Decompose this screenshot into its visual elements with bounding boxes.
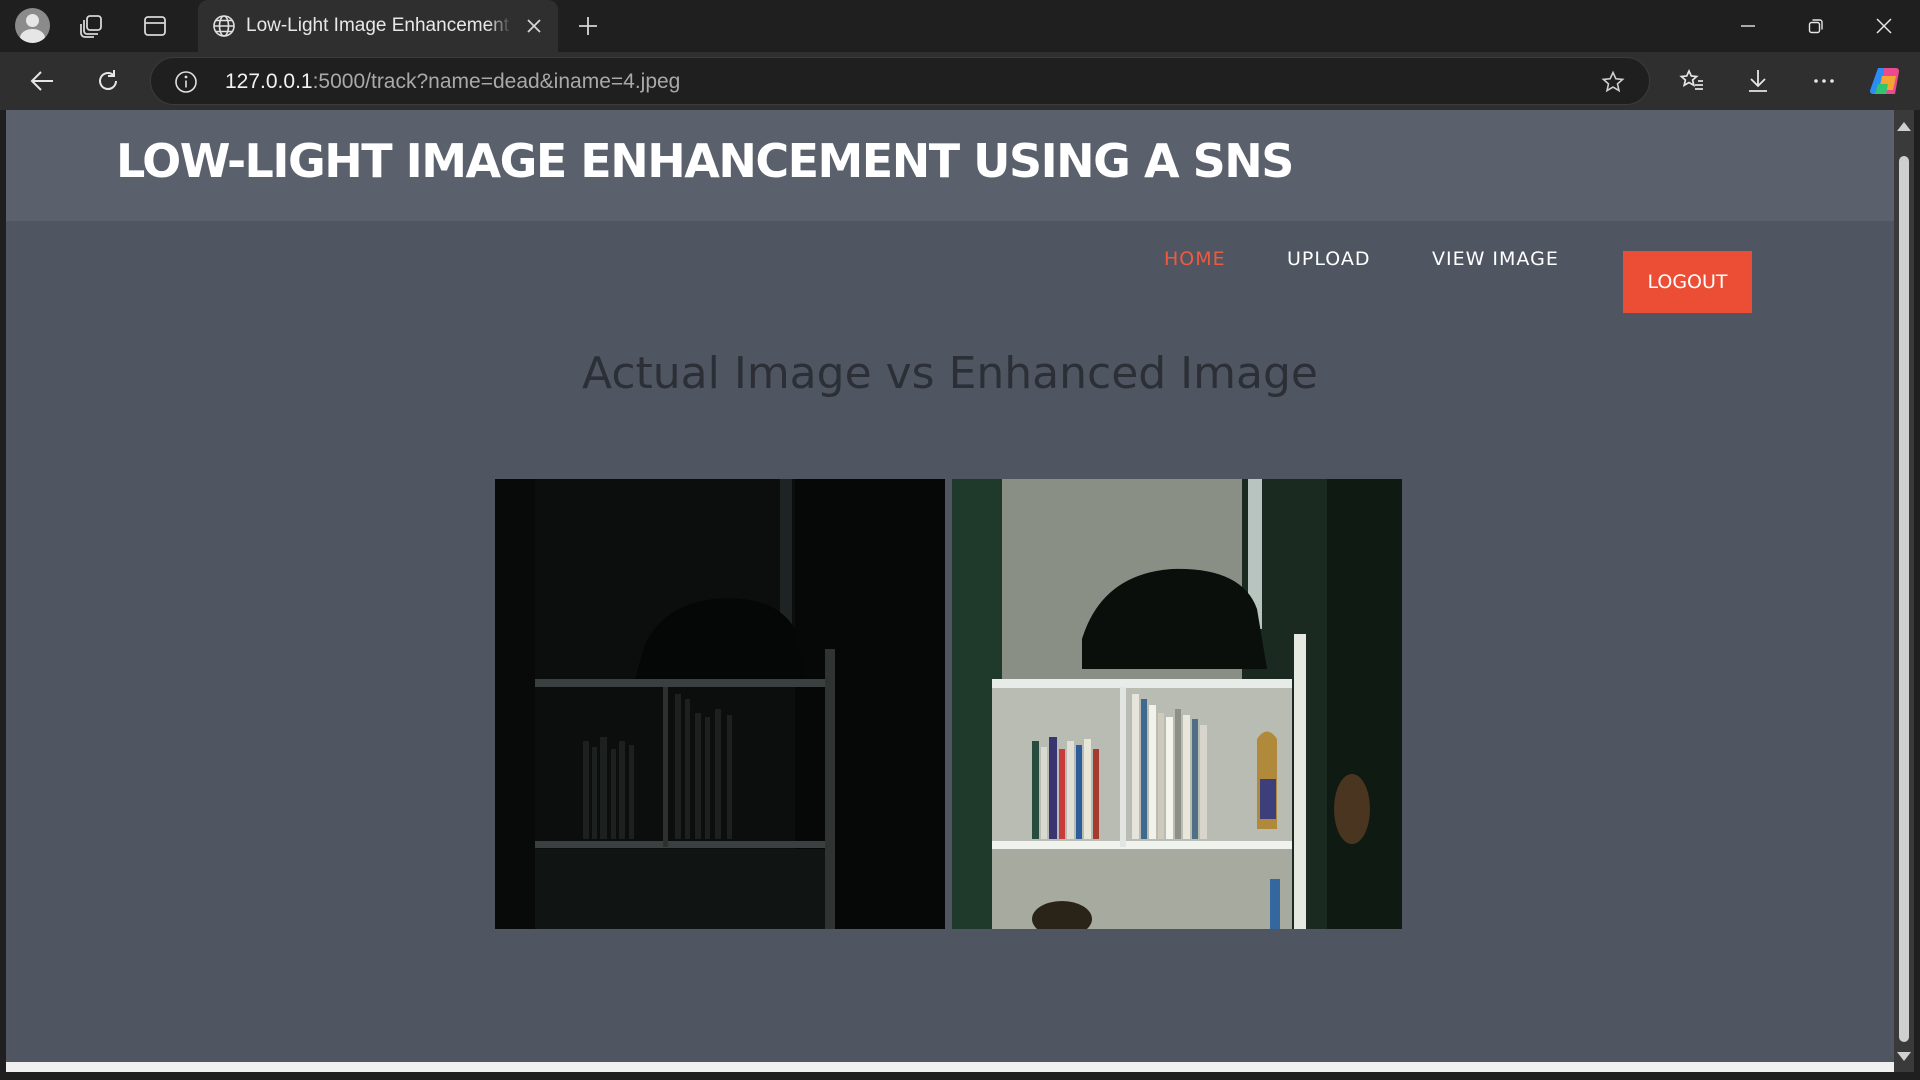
address-bar[interactable]: 127.0.0.1:5000/track?name=dead&iname=4.j… (150, 57, 1650, 105)
new-tab-icon[interactable] (570, 8, 606, 44)
site-info-icon[interactable] (173, 69, 199, 95)
browser-titlebar: Low-Light Image Enhancement Using (0, 0, 1920, 52)
tab-title: Low-Light Image Enhancement Using (246, 15, 512, 37)
refresh-icon[interactable] (88, 61, 128, 101)
globe-icon (210, 12, 238, 40)
nav-view-image-link[interactable]: VIEW IMAGE (1432, 248, 1559, 270)
url-host: 127.0.0.1 (225, 70, 313, 93)
browser-toolbar: 127.0.0.1:5000/track?name=dead&iname=4.j… (0, 52, 1920, 110)
nav-upload-link[interactable]: UPLOAD (1287, 248, 1371, 270)
copilot-icon[interactable] (1866, 61, 1906, 101)
restore-icon[interactable] (1782, 0, 1850, 52)
profile-body (20, 29, 45, 43)
close-window-icon[interactable] (1850, 0, 1918, 52)
close-tab-icon[interactable] (520, 12, 548, 40)
tab-actions-icon[interactable] (137, 8, 173, 44)
nav-home-link[interactable]: HOME (1164, 248, 1226, 270)
workspaces-icon[interactable] (74, 8, 110, 44)
page-viewport: LOW-LIGHT IMAGE ENHANCEMENT USING A SNS … (6, 110, 1894, 1072)
minimize-icon[interactable] (1714, 0, 1782, 52)
vertical-scrollbar[interactable] (1894, 110, 1914, 1072)
profile-head (26, 14, 39, 27)
more-icon[interactable] (1804, 61, 1844, 101)
address-url[interactable]: 127.0.0.1:5000/track?name=dead&iname=4.j… (225, 70, 680, 94)
site-header: LOW-LIGHT IMAGE ENHANCEMENT USING A SNS (6, 110, 1894, 221)
favorite-star-icon[interactable] (1599, 68, 1627, 96)
scrollbar-thumb[interactable] (1899, 156, 1909, 1042)
active-tab[interactable]: Low-Light Image Enhancement Using (198, 0, 558, 52)
favorites-icon[interactable] (1672, 61, 1712, 101)
back-icon[interactable] (22, 61, 62, 101)
scroll-up-icon[interactable] (1897, 122, 1911, 131)
url-path: :5000/track?name=dead&iname=4.jpeg (312, 70, 681, 93)
logout-button[interactable]: LOGOUT (1623, 251, 1752, 313)
scroll-down-icon[interactable] (1897, 1052, 1911, 1061)
horizontal-scrollbar[interactable] (6, 1062, 1894, 1072)
actual-image (495, 479, 945, 929)
profile-icon[interactable] (15, 8, 50, 43)
site-title: LOW-LIGHT IMAGE ENHANCEMENT USING A SNS (116, 134, 1294, 188)
enhanced-image (952, 479, 1402, 929)
page-heading: Actual Image vs Enhanced Image (582, 348, 1318, 399)
downloads-icon[interactable] (1738, 61, 1778, 101)
